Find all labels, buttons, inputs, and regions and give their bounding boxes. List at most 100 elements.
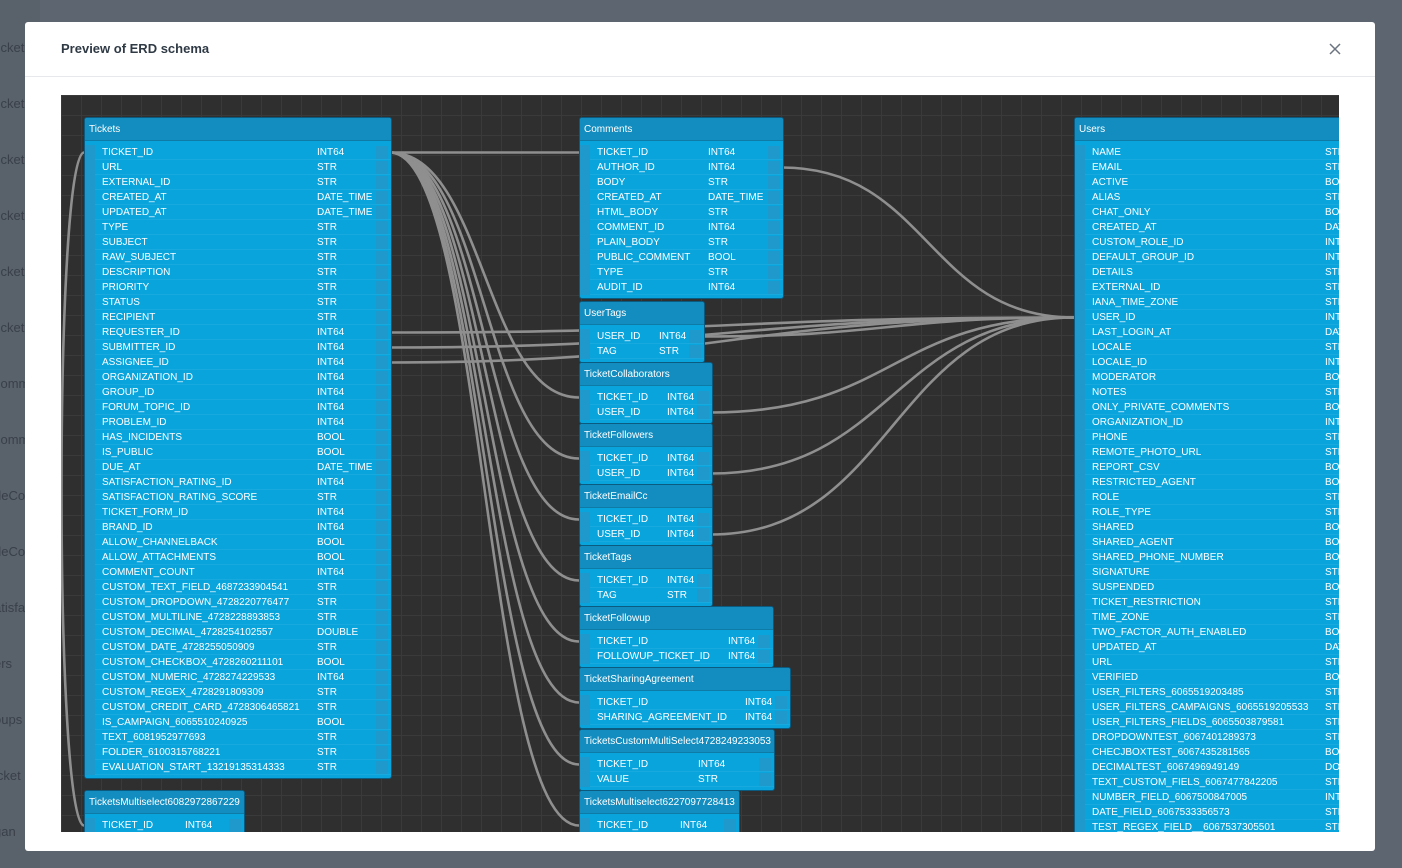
- column-port-right[interactable]: [376, 206, 388, 219]
- column-port-left[interactable]: [1075, 160, 1085, 175]
- column-row[interactable]: IS_CAMPAIGN_6065510240925 BOOL: [85, 715, 391, 730]
- column-port-right[interactable]: [697, 452, 709, 465]
- column-row[interactable]: ASSIGNEE_ID INT64: [85, 355, 391, 370]
- column-port-right[interactable]: [376, 656, 388, 669]
- column-port-right[interactable]: [376, 536, 388, 549]
- column-row[interactable]: ORGANIZATION_ID INT64: [1075, 415, 1339, 430]
- column-port-right[interactable]: [229, 819, 241, 832]
- column-port-left[interactable]: [85, 610, 95, 625]
- column-port-left[interactable]: [580, 190, 590, 205]
- column-row[interactable]: PROBLEM_ID INT64: [85, 415, 391, 430]
- column-row[interactable]: SUSPENDED BOOL: [1075, 580, 1339, 595]
- column-port-left[interactable]: [580, 527, 590, 542]
- column-port-left[interactable]: [85, 565, 95, 580]
- column-port-left[interactable]: [85, 655, 95, 670]
- column-row[interactable]: TYPE STR: [85, 220, 391, 235]
- column-port-left[interactable]: [85, 745, 95, 760]
- column-row[interactable]: SUBMITTER_ID INT64: [85, 340, 391, 355]
- column-row[interactable]: BRAND_ID INT64: [85, 520, 391, 535]
- column-port-left[interactable]: [1075, 640, 1085, 655]
- column-row[interactable]: TICKET_ID INT64: [580, 573, 712, 588]
- column-port-left[interactable]: [580, 220, 590, 235]
- column-row[interactable]: AUTHOR_ID INT64: [580, 160, 783, 175]
- column-row[interactable]: LOCALE_ID INT64: [1075, 355, 1339, 370]
- column-row[interactable]: COMMENT_COUNT INT64: [85, 565, 391, 580]
- column-row[interactable]: EXTERNAL_ID STR: [85, 175, 391, 190]
- column-row[interactable]: SUBJECT STR: [85, 235, 391, 250]
- column-port-left[interactable]: [1075, 250, 1085, 265]
- erd-table-tickets-custom-multiselect[interactable]: TicketsCustomMultiSelect4728249233053 TIC…: [579, 729, 775, 791]
- column-row[interactable]: TIME_ZONE STR: [1075, 610, 1339, 625]
- column-port-left[interactable]: [1075, 580, 1085, 595]
- column-row[interactable]: LOCALE STR: [1075, 340, 1339, 355]
- close-button[interactable]: [1325, 39, 1345, 59]
- column-port-right[interactable]: [376, 311, 388, 324]
- column-port-right[interactable]: [758, 635, 770, 648]
- column-port-left[interactable]: [580, 265, 590, 280]
- column-row[interactable]: REPORT_CSV BOOL: [1075, 460, 1339, 475]
- column-port-left[interactable]: [85, 175, 95, 190]
- column-row[interactable]: TICKET_ID INT64: [580, 145, 783, 160]
- column-port-left[interactable]: [1075, 790, 1085, 805]
- column-port-right[interactable]: [376, 641, 388, 654]
- column-port-right[interactable]: [768, 251, 780, 264]
- column-port-left[interactable]: [1075, 295, 1085, 310]
- column-row[interactable]: SIGNATURE STR: [1075, 565, 1339, 580]
- column-port-left[interactable]: [1075, 520, 1085, 535]
- column-row[interactable]: MODERATOR BOOL: [1075, 370, 1339, 385]
- erd-table-ticket-collaborators[interactable]: TicketCollaborators TICKET_ID INT64 USER_ID…: [579, 362, 713, 424]
- column-port-right[interactable]: [376, 686, 388, 699]
- column-port-left[interactable]: [85, 160, 95, 175]
- column-port-left[interactable]: [1075, 565, 1085, 580]
- column-port-left[interactable]: [85, 415, 95, 430]
- column-port-left[interactable]: [1075, 760, 1085, 775]
- column-row[interactable]: CUSTOM_CHECKBOX_4728260211101 BOOL: [85, 655, 391, 670]
- column-row[interactable]: EVALUATION_START_13219135314333 STR: [85, 760, 391, 775]
- column-row[interactable]: UPDATED_AT DATE_TIME: [1075, 640, 1339, 655]
- column-row[interactable]: ONLY_PRIVATE_COMMENTS BOOL: [1075, 400, 1339, 415]
- column-row[interactable]: SHARED_PHONE_NUMBER BOOL: [1075, 550, 1339, 565]
- column-port-left[interactable]: [85, 475, 95, 490]
- column-row[interactable]: TYPE STR: [580, 265, 783, 280]
- column-port-left[interactable]: [1075, 265, 1085, 280]
- column-port-right[interactable]: [768, 266, 780, 279]
- column-port-left[interactable]: [1075, 625, 1085, 640]
- column-port-left[interactable]: [580, 405, 590, 420]
- column-port-right[interactable]: [697, 391, 709, 404]
- column-port-right[interactable]: [768, 281, 780, 294]
- column-port-left[interactable]: [580, 649, 590, 664]
- column-port-right[interactable]: [376, 356, 388, 369]
- column-port-left[interactable]: [1075, 535, 1085, 550]
- column-port-right[interactable]: [697, 574, 709, 587]
- erd-table-ticket-email-cc[interactable]: TicketEmailCc TICKET_ID INT64 USER_ID INT64: [579, 484, 713, 546]
- column-row[interactable]: TICKET_FORM_ID INT64: [85, 505, 391, 520]
- column-port-right[interactable]: [768, 176, 780, 189]
- column-port-right[interactable]: [775, 696, 787, 709]
- column-port-right[interactable]: [768, 236, 780, 249]
- column-row[interactable]: ACTIVE BOOL: [1075, 175, 1339, 190]
- column-port-left[interactable]: [1075, 700, 1085, 715]
- column-port-left[interactable]: [580, 451, 590, 466]
- column-port-right[interactable]: [376, 701, 388, 714]
- column-row[interactable]: TEXT_6081952977693 STR: [85, 730, 391, 745]
- column-port-right[interactable]: [376, 386, 388, 399]
- column-row[interactable]: SHARING_AGREEMENT_ID INT64: [580, 710, 790, 725]
- column-port-left[interactable]: [580, 160, 590, 175]
- column-port-right[interactable]: [376, 716, 388, 729]
- column-row[interactable]: RESTRICTED_AGENT BOOL: [1075, 475, 1339, 490]
- column-port-left[interactable]: [85, 490, 95, 505]
- column-port-left[interactable]: [1075, 280, 1085, 295]
- column-row[interactable]: USER_ID INT64: [580, 527, 712, 542]
- column-row[interactable]: BODY STR: [580, 175, 783, 190]
- column-port-left[interactable]: [1075, 190, 1085, 205]
- column-port-left[interactable]: [85, 700, 95, 715]
- column-port-right[interactable]: [376, 371, 388, 384]
- column-port-left[interactable]: [1075, 460, 1085, 475]
- column-row[interactable]: DEFAULT_GROUP_ID INT64: [1075, 250, 1339, 265]
- column-port-left[interactable]: [1075, 775, 1085, 790]
- column-port-right[interactable]: [376, 596, 388, 609]
- column-row[interactable]: EXTERNAL_ID STR: [1075, 280, 1339, 295]
- column-port-left[interactable]: [85, 445, 95, 460]
- column-port-left[interactable]: [85, 250, 95, 265]
- column-port-left[interactable]: [85, 670, 95, 685]
